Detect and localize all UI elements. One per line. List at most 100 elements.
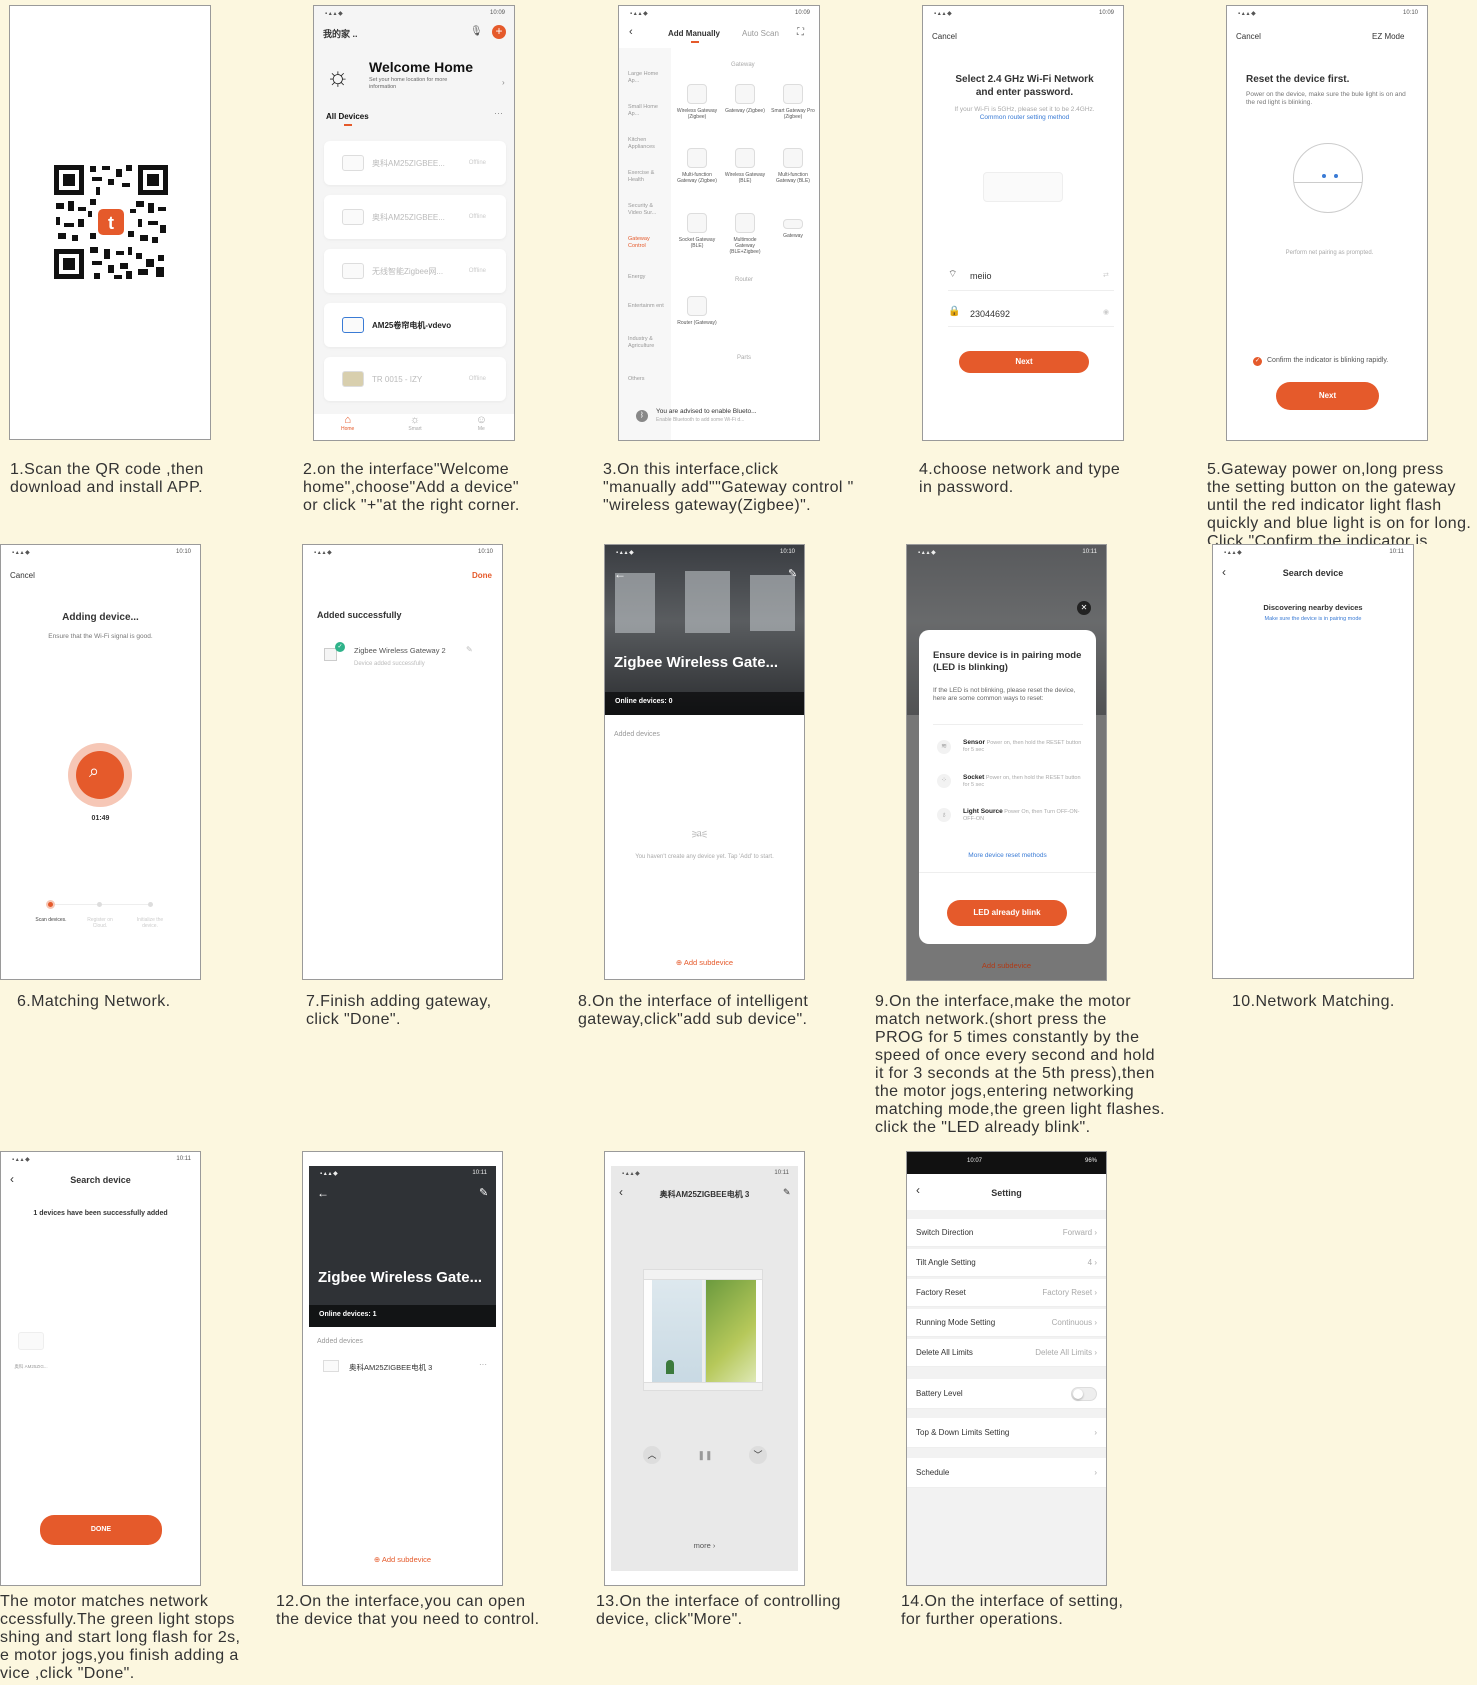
add-subdevice-button[interactable]: ⊕ Add subdevice (303, 1555, 502, 1564)
step-caption: 3.On this interface,click "manually add"… (603, 461, 854, 514)
ssid-field[interactable]: meiio (970, 271, 992, 281)
done-button[interactable]: Done (472, 571, 492, 580)
gateway-item[interactable]: Smart Gateway Pro (Zigbee) (771, 84, 815, 120)
led-already-blink-button[interactable]: LED already blink (947, 900, 1067, 926)
more-link[interactable]: more › (605, 1541, 804, 1550)
section-header: Parts (737, 355, 752, 361)
gateway-item[interactable]: Multi-function Gateway (BLE) (771, 148, 815, 184)
gateway-device-illustration (1293, 143, 1363, 213)
battery-level-toggle[interactable] (1071, 1386, 1097, 1401)
discovering-text: Discovering nearby devices (1263, 603, 1363, 612)
gateway-item[interactable]: Socket Gateway (BLE) (675, 213, 719, 249)
edit-icon[interactable]: ✎ (479, 1186, 488, 1199)
qr-code-icon[interactable]: t (52, 163, 170, 281)
ez-mode-button[interactable]: EZ Mode (1372, 32, 1404, 41)
setting-row[interactable]: Factory Reset Factory Reset › (907, 1279, 1106, 1307)
gateway-item[interactable]: Gateway (Zigbee) (723, 84, 767, 114)
device-row[interactable]: AM25卷帘电机-vdevo (324, 303, 506, 347)
bluetooth-banner[interactable]: ᛒ You are advised to enable Blueto... En… (628, 408, 810, 430)
device-row[interactable]: 奥科AM25ZIGBEE... Offline (324, 195, 506, 239)
back-icon[interactable]: ‹ (629, 26, 633, 38)
up-button[interactable]: ︿ (643, 1446, 661, 1464)
device-row[interactable]: TR 0015 - IZY Offline (324, 357, 506, 401)
next-button[interactable]: Next (1276, 382, 1379, 410)
perform-pairing-text: Perform net pairing as prompted. (1285, 250, 1374, 256)
scan-icon[interactable]: ⛶ (797, 27, 804, 38)
category-item[interactable]: Energy (628, 274, 668, 281)
cancel-button[interactable]: Cancel (932, 32, 957, 41)
all-devices-tab[interactable]: All Devices (326, 112, 369, 121)
confirm-indicator-text[interactable]: Confirm the indicator is blinking rapidl… (1267, 356, 1402, 365)
pairing-modal: Ensure device is in pairing mode (LED is… (919, 630, 1096, 944)
gateway-item[interactable]: Wireless Gateway (BLE) (723, 148, 767, 184)
step-caption: 10.Network Matching. (1232, 993, 1395, 1010)
gateway-item[interactable]: Multi-function Gateway (Zigbee) (675, 148, 719, 184)
more-reset-methods-link[interactable]: More device reset methods (919, 852, 1096, 859)
pairing-mode-link[interactable]: Make sure the device is in pairing mode (1213, 616, 1413, 622)
gateway-item[interactable]: Wireless Gateway (Zigbee) (675, 84, 719, 120)
edit-icon[interactable]: ✎ (466, 645, 473, 654)
back-arrow-icon[interactable]: ← (317, 1186, 329, 1200)
setting-row[interactable]: Tilt Angle Setting 4 › (907, 1249, 1106, 1277)
device-row[interactable]: 奥科AM25ZIGBEE... Offline (324, 141, 506, 185)
device-row[interactable]: 奥科AM25ZIGBEE电机 3 ··· (309, 1352, 496, 1382)
tab-home[interactable]: ⌂ Home (341, 414, 354, 440)
router-item[interactable]: Router (Gateway) (675, 296, 719, 326)
setting-row[interactable]: Switch Direction Forward › (907, 1219, 1106, 1247)
next-button[interactable]: Next (959, 351, 1089, 373)
found-device-label[interactable]: 奥科 AM25ZIG... (13, 1364, 49, 1370)
status-bar: ▪ ▴ ▴ ◆ 10:11 (1224, 549, 1404, 556)
gateway-item[interactable]: Gateway (771, 213, 815, 239)
category-item[interactable]: Exercise & Health (628, 170, 668, 184)
setting-row[interactable]: Delete All Limits Delete All Limits › (907, 1339, 1106, 1367)
mic-icon[interactable]: 🎙 (470, 26, 483, 37)
add-subdevice-button[interactable]: Add subdevice (907, 961, 1106, 970)
gateway-item[interactable]: Multimode Gateway (BLE+Zigbee) (723, 213, 767, 255)
more-icon[interactable]: ··· (494, 108, 503, 118)
more-icon[interactable]: ··· (479, 1360, 487, 1369)
close-icon[interactable]: ✕ (1077, 601, 1091, 615)
setting-row[interactable]: Schedule › (907, 1458, 1106, 1488)
category-item[interactable]: Large Home Ap... (628, 71, 668, 85)
check-icon[interactable]: ✓ (1253, 357, 1262, 366)
eye-icon[interactable]: ◉ (1103, 308, 1109, 316)
done-button[interactable]: DONE (40, 1515, 162, 1545)
added-device-name[interactable]: Zigbee Wireless Gateway 2 (354, 646, 446, 655)
welcome-subtitle[interactable]: Set your home location for more informat… (369, 77, 474, 91)
added-device-sub: Device added successfully (354, 661, 425, 667)
down-button[interactable]: ﹀ (749, 1446, 767, 1464)
setting-row[interactable]: Top & Down Limits Setting › (907, 1418, 1106, 1448)
pause-button[interactable]: ❚❚ (696, 1446, 714, 1464)
cancel-button[interactable]: Cancel (10, 571, 35, 580)
hero-image (309, 1167, 496, 1327)
edit-icon[interactable]: ✎ (783, 1187, 791, 1198)
switch-network-icon[interactable]: ⇄ (1103, 271, 1109, 279)
category-item[interactable]: Industry & Agriculture (628, 336, 668, 350)
add-subdevice-button[interactable]: ⊕ Add subdevice (605, 958, 804, 967)
router-setting-link[interactable]: Common router setting method (980, 114, 1070, 121)
back-arrow-icon[interactable]: ← (614, 567, 626, 581)
category-item[interactable]: Small Home Ap... (628, 104, 668, 118)
tab-me[interactable]: ☺ Me (476, 414, 487, 440)
section-header: Gateway (731, 62, 755, 68)
bluetooth-subtitle: Enable Bluetooth to add some Wi-Fi d... (656, 417, 745, 423)
category-item[interactable]: Others (628, 376, 668, 383)
adding-title: Adding device... (62, 612, 139, 623)
tab-smart[interactable]: ☼ Smart (408, 414, 421, 440)
step-caption: 4.choose network and type in password. (919, 461, 1121, 496)
password-field[interactable]: 23044692 (970, 309, 1010, 319)
tab-add-manually[interactable]: Add Manually (668, 29, 720, 38)
edit-icon[interactable]: ✎ (788, 567, 797, 580)
cancel-button[interactable]: Cancel (1236, 32, 1261, 41)
bluetooth-icon: ᛒ (636, 410, 648, 422)
tab-auto-scan[interactable]: Auto Scan (742, 29, 779, 38)
category-item[interactable]: Gateway Control (628, 236, 668, 250)
category-item[interactable]: Kitchen Appliances (628, 137, 668, 151)
category-item[interactable]: Security & Video Sur... (628, 203, 668, 217)
category-item[interactable]: Entertainm ent (628, 303, 668, 310)
home-selector[interactable]: 我的家 .. (323, 27, 358, 40)
success-check-icon: ✓ (335, 642, 345, 652)
setting-row[interactable]: Running Mode Setting Continuous › (907, 1309, 1106, 1337)
add-device-button[interactable]: + (492, 25, 506, 39)
device-row[interactable]: 无线智能Zigbee网... Offline (324, 249, 506, 293)
